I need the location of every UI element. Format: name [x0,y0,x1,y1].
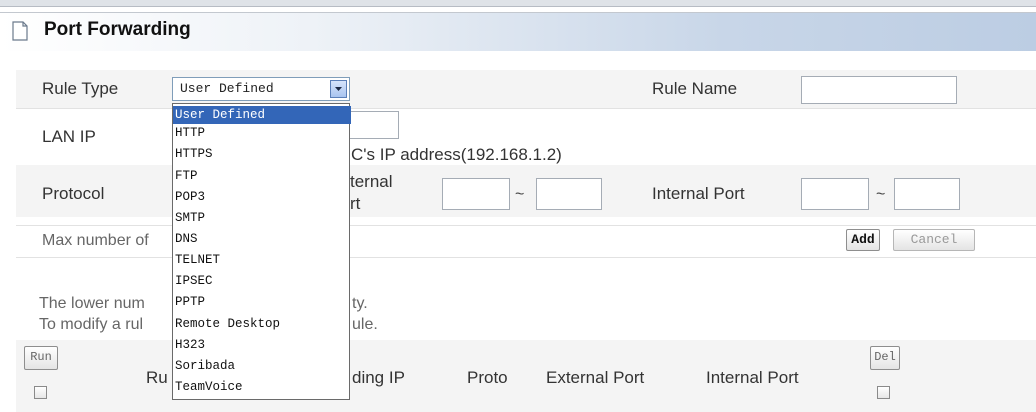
lan-ip-hint: C's IP address(192.168.1.2) [351,145,562,164]
external-port-end-input[interactable] [536,178,602,210]
external-port-label: rt [350,194,361,213]
rule-type-label: Rule Type [42,79,119,98]
note-line-2-end: ule. [352,316,378,333]
cancel-button[interactable]: Cancel [893,229,975,251]
dropdown-option[interactable]: PPTP [173,293,351,311]
dropdown-option[interactable]: TeamVoice [173,378,351,396]
dropdown-option[interactable]: POP3 [173,188,351,206]
internal-port-label: Internal Port [652,184,745,203]
dropdown-option[interactable]: HTTP [173,124,351,142]
lan-ip-label: LAN IP [42,127,96,146]
divider [16,108,1036,109]
external-port-label: ternal [350,172,393,191]
rule-type-select[interactable]: User Defined [172,77,350,101]
delete-button[interactable]: Del [870,346,900,370]
range-separator: ~ [515,186,525,203]
col-header-internal-port: Internal Port [706,368,799,387]
dropdown-arrow-button[interactable] [330,80,347,98]
divider [16,257,1036,258]
dropdown-option[interactable]: Remote Desktop [173,315,351,333]
external-port-start-input[interactable] [442,178,510,210]
dropdown-option[interactable]: FTP [173,167,351,185]
internal-port-end-input[interactable] [894,178,960,210]
lan-ip-input[interactable] [345,111,399,139]
rule-name-input[interactable] [801,76,957,104]
select-all-run-checkbox[interactable] [34,386,47,399]
select-all-delete-checkbox[interactable] [877,386,890,399]
max-number-text: Max number of [42,232,149,249]
col-header-external-port: External Port [546,368,645,387]
page-icon [12,21,28,41]
dropdown-option[interactable]: DNS [173,230,351,248]
rule-type-dropdown-list[interactable]: User Defined HTTP HTTPS FTP POP3 SMTP DN… [172,103,351,400]
rule-type-value: User Defined [180,81,274,96]
section-header: Port Forwarding [0,12,1036,51]
protocol-label: Protocol [42,184,105,203]
dropdown-option[interactable]: User Defined [173,106,351,124]
note-line-2: To modify a rul [39,316,144,333]
col-header-rule: Ru [146,368,168,387]
note-line-1: The lower num [39,295,145,312]
divider [16,225,1036,226]
dropdown-option[interactable]: TELNET [173,251,351,269]
dropdown-option[interactable]: HTTPS [173,145,351,163]
note-line-1-end: ty. [352,295,368,312]
run-button[interactable]: Run [24,346,58,370]
window-top-border [0,0,1036,7]
chevron-down-icon [335,87,342,91]
dropdown-option[interactable]: Soribada [173,357,351,375]
col-header-forwarding-ip: ding IP [352,368,405,387]
col-header-proto: Proto [467,368,508,387]
dropdown-option[interactable]: H323 [173,336,351,354]
dropdown-option[interactable]: SMTP [173,209,351,227]
range-separator: ~ [876,186,886,203]
add-button[interactable]: Add [846,229,880,251]
page-title: Port Forwarding [44,19,191,40]
internal-port-start-input[interactable] [801,178,869,210]
dropdown-option[interactable]: IPSEC [173,272,351,290]
rule-name-label: Rule Name [652,79,738,98]
